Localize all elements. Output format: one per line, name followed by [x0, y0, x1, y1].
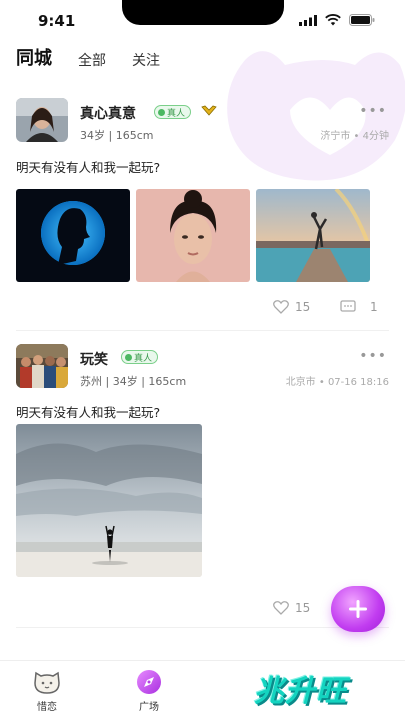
avatar[interactable] [16, 344, 68, 388]
post-divider [16, 627, 389, 628]
signal-icon [299, 14, 317, 26]
user-meta: 苏州 | 34岁 | 165cm [80, 375, 187, 388]
nav-item-xilian[interactable]: 惜恋 [32, 669, 62, 713]
more-options-button[interactable]: ••• [359, 103, 387, 119]
feed-tabs: 同城 全部 关注 [16, 44, 160, 72]
tab-all[interactable]: 全部 [78, 50, 106, 70]
device-notch [122, 0, 284, 25]
post-photo[interactable] [136, 189, 250, 282]
post-photo[interactable] [256, 189, 370, 282]
nav-item-square[interactable]: 广场 [135, 669, 163, 713]
cat-face-icon [34, 671, 60, 694]
location-time: 济宁市 • 4分钟 [320, 131, 389, 142]
post-divider [16, 330, 389, 331]
comment-icon [340, 300, 356, 312]
nav-label: 广场 [139, 702, 159, 713]
nav-label: 惜恋 [37, 702, 57, 713]
badge-label: 真人 [167, 108, 186, 119]
status-icons [299, 14, 375, 26]
like-count: 15 [295, 601, 311, 615]
location-time: 北京市 • 07-16 18:16 [285, 377, 389, 388]
post-text: 明天有没有人和我一起玩? [16, 160, 161, 175]
comment-button[interactable]: 1 [340, 300, 378, 314]
battery-icon [349, 14, 375, 26]
status-bar: 9:41 [0, 0, 405, 42]
create-post-button[interactable] [331, 586, 385, 632]
heart-icon [273, 601, 289, 615]
avatar[interactable] [16, 98, 68, 142]
tab-following[interactable]: 关注 [132, 50, 160, 70]
like-button[interactable]: 15 [273, 601, 310, 615]
badge-label: 真人 [134, 353, 153, 364]
wifi-icon [325, 14, 341, 26]
check-icon [158, 108, 165, 116]
compass-icon [137, 670, 161, 694]
heart-icon [273, 300, 289, 314]
status-time: 9:41 [38, 12, 76, 30]
username[interactable]: 玩笑 [80, 349, 108, 369]
comment-count: 1 [370, 300, 378, 314]
like-button[interactable]: 15 [273, 300, 310, 314]
like-count: 15 [295, 300, 311, 314]
post-photo[interactable] [16, 189, 130, 282]
post-photo[interactable] [16, 424, 202, 577]
username[interactable]: 真心真意 [80, 103, 136, 123]
verified-real-badge: 真人 [121, 350, 159, 364]
watermark-logo: 兆升旺 [254, 674, 347, 709]
more-options-button[interactable]: ••• [359, 348, 387, 364]
check-icon [125, 353, 132, 361]
post-text: 明天有没有人和我一起玩? [16, 405, 161, 420]
plus-icon [349, 600, 367, 618]
user-meta: 34岁 | 165cm [80, 129, 154, 142]
tab-local[interactable]: 同城 [16, 44, 60, 72]
vip-crown-icon [201, 105, 217, 116]
verified-real-badge: 真人 [154, 105, 192, 119]
